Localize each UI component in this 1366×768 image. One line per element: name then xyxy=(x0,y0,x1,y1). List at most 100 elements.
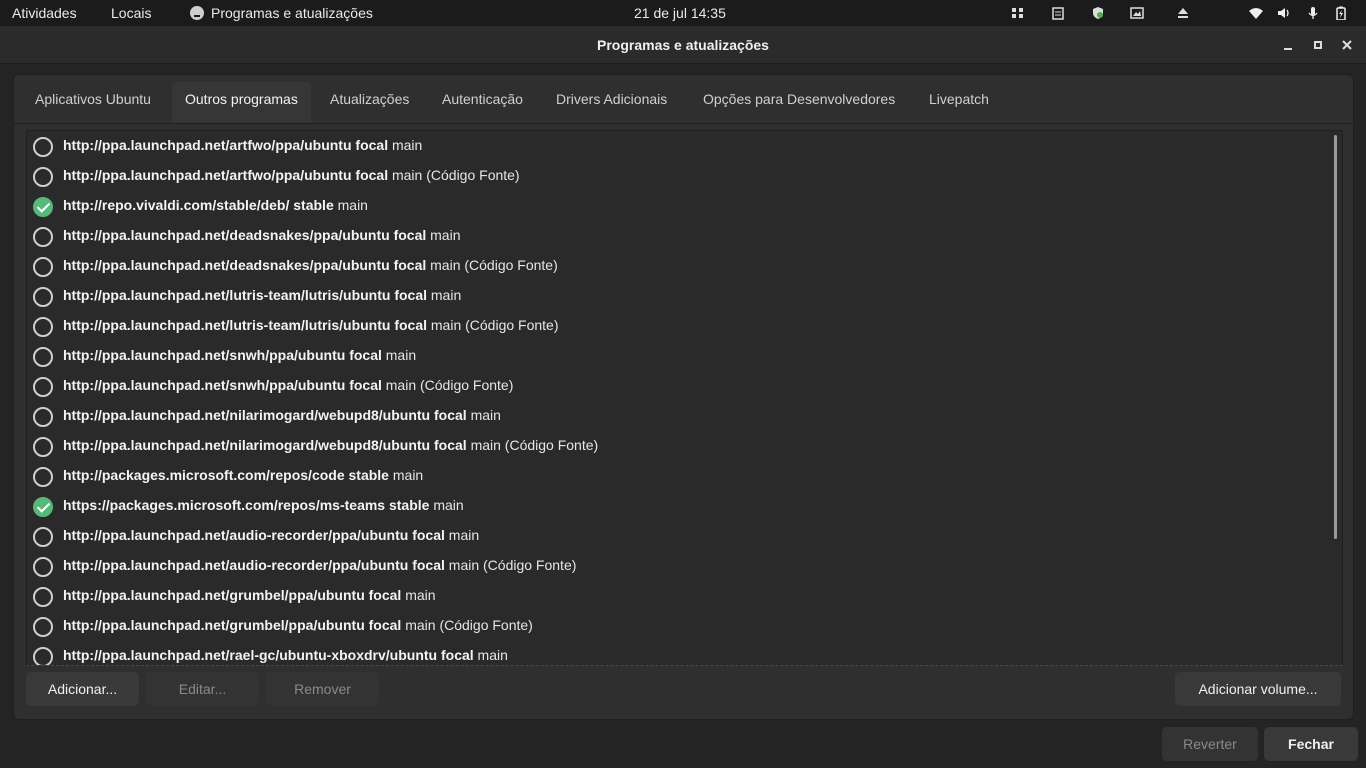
list-item[interactable]: http://repo.vivaldi.com/stable/deb/ stab… xyxy=(27,191,1327,221)
source-components: main xyxy=(448,527,480,543)
source-url: http://ppa.launchpad.net/deadsnakes/ppa/… xyxy=(63,227,427,243)
tab-opcoes-desenvolvedores[interactable]: Opções para Desenvolvedores xyxy=(690,82,908,116)
list-item[interactable]: http://ppa.launchpad.net/rael-gc/ubuntu-… xyxy=(27,641,1327,665)
source-url: http://ppa.launchpad.net/audio-recorder/… xyxy=(63,557,445,573)
source-url: http://ppa.launchpad.net/snwh/ppa/ubuntu… xyxy=(63,347,382,363)
activities-button[interactable]: Atividades xyxy=(12,5,77,21)
revert-button[interactable]: Reverter xyxy=(1162,727,1258,761)
checked-radio-icon[interactable] xyxy=(33,197,53,217)
radio-icon[interactable] xyxy=(33,617,53,637)
grid-icon[interactable] xyxy=(1011,6,1025,20)
wifi-icon[interactable] xyxy=(1249,6,1263,20)
clock[interactable]: 21 de jul 14:35 xyxy=(634,5,726,21)
list-item[interactable]: http://ppa.launchpad.net/artfwo/ppa/ubun… xyxy=(27,131,1327,161)
list-item[interactable]: http://packages.microsoft.com/repos/code… xyxy=(27,461,1327,491)
radio-icon[interactable] xyxy=(33,287,53,307)
source-components: main xyxy=(385,347,417,363)
add-volume-button[interactable]: Adicionar volume... xyxy=(1175,672,1341,706)
microphone-icon[interactable] xyxy=(1306,6,1320,20)
tab-aplicativos-ubuntu[interactable]: Aplicativos Ubuntu xyxy=(22,82,164,116)
remove-button[interactable]: Remover xyxy=(266,672,379,706)
tab-autenticacao[interactable]: Autenticação xyxy=(429,82,536,116)
window-titlebar[interactable]: Programas e atualizações xyxy=(0,26,1366,64)
list-item[interactable]: https://packages.microsoft.com/repos/ms-… xyxy=(27,491,1327,521)
source-url: http://ppa.launchpad.net/nilarimogard/we… xyxy=(63,407,467,423)
list-item[interactable]: http://ppa.launchpad.net/audio-recorder/… xyxy=(27,521,1327,551)
list-item[interactable]: http://ppa.launchpad.net/deadsnakes/ppa/… xyxy=(27,251,1327,281)
radio-icon[interactable] xyxy=(33,587,53,607)
app-menu-label: Programas e atualizações xyxy=(211,5,373,21)
source-components: main xyxy=(391,137,423,153)
source-components: main xyxy=(470,407,501,423)
top-bar: Atividades Locais Programas e atualizaçõ… xyxy=(0,0,1366,26)
source-components: main (Código Fonte) xyxy=(430,317,559,333)
radio-icon[interactable] xyxy=(33,377,53,397)
source-label: http://ppa.launchpad.net/artfwo/ppa/ubun… xyxy=(63,137,422,153)
maximize-icon xyxy=(1314,41,1322,49)
source-label: http://packages.microsoft.com/repos/code… xyxy=(63,467,423,483)
tab-drivers-adicionais[interactable]: Drivers Adicionais xyxy=(543,82,680,116)
clipboard-icon[interactable] xyxy=(1051,6,1065,20)
radio-icon[interactable] xyxy=(33,527,53,547)
source-label: http://repo.vivaldi.com/stable/deb/ stab… xyxy=(63,197,368,213)
tab-livepatch[interactable]: Livepatch xyxy=(916,82,1002,116)
scrollbar[interactable] xyxy=(1334,135,1337,539)
close-button[interactable] xyxy=(1336,34,1358,56)
source-components: main (Código Fonte) xyxy=(405,617,533,633)
radio-icon[interactable] xyxy=(33,437,53,457)
radio-icon[interactable] xyxy=(33,137,53,157)
source-components: main (Código Fonte) xyxy=(430,257,558,273)
radio-icon[interactable] xyxy=(33,317,53,337)
source-components: main xyxy=(430,287,462,303)
list-item[interactable]: http://ppa.launchpad.net/lutris-team/lut… xyxy=(27,281,1327,311)
checked-radio-icon[interactable] xyxy=(33,497,53,517)
list-item[interactable]: http://ppa.launchpad.net/grumbel/ppa/ubu… xyxy=(27,581,1327,611)
radio-icon[interactable] xyxy=(33,257,53,277)
edit-button[interactable]: Editar... xyxy=(146,672,259,706)
tab-outros-programas[interactable]: Outros programas xyxy=(172,82,311,123)
shield-icon[interactable] xyxy=(1091,6,1105,20)
radio-icon[interactable] xyxy=(33,347,53,367)
image-icon[interactable] xyxy=(1130,6,1144,20)
source-url: http://ppa.launchpad.net/artfwo/ppa/ubun… xyxy=(63,167,389,183)
list-item[interactable]: http://ppa.launchpad.net/lutris-team/lut… xyxy=(27,311,1327,341)
source-label: http://ppa.launchpad.net/snwh/ppa/ubuntu… xyxy=(63,377,513,393)
list-item[interactable]: http://ppa.launchpad.net/snwh/ppa/ubuntu… xyxy=(27,371,1327,401)
list-item[interactable]: http://ppa.launchpad.net/artfwo/ppa/ubun… xyxy=(27,161,1327,191)
app-menu[interactable]: Programas e atualizações xyxy=(190,5,373,21)
battery-icon[interactable] xyxy=(1334,6,1348,20)
maximize-button[interactable] xyxy=(1307,34,1329,56)
source-label: http://ppa.launchpad.net/rael-gc/ubuntu-… xyxy=(63,647,508,663)
radio-icon[interactable] xyxy=(33,647,53,665)
sources-list[interactable]: http://ppa.launchpad.net/rael-gc/ubuntu-… xyxy=(26,130,1343,666)
source-url: http://ppa.launchpad.net/grumbel/ppa/ubu… xyxy=(63,587,402,603)
eject-icon[interactable] xyxy=(1176,6,1190,20)
close-icon xyxy=(1342,40,1352,50)
list-item[interactable]: http://ppa.launchpad.net/grumbel/ppa/ubu… xyxy=(27,611,1327,641)
source-label: http://ppa.launchpad.net/lutris-team/lut… xyxy=(63,287,461,303)
minimize-icon xyxy=(1284,48,1292,50)
source-components: main (Código Fonte) xyxy=(470,437,599,453)
radio-icon[interactable] xyxy=(33,227,53,247)
source-label: http://ppa.launchpad.net/artfwo/ppa/ubun… xyxy=(63,167,520,183)
radio-icon[interactable] xyxy=(33,467,53,487)
list-item[interactable]: http://ppa.launchpad.net/snwh/ppa/ubuntu… xyxy=(27,341,1327,371)
source-label: http://ppa.launchpad.net/nilarimogard/we… xyxy=(63,407,501,423)
list-item[interactable]: http://ppa.launchpad.net/audio-recorder/… xyxy=(27,551,1327,581)
add-button[interactable]: Adicionar... xyxy=(26,672,139,706)
radio-icon[interactable] xyxy=(33,557,53,577)
tab-atualizacoes[interactable]: Atualizações xyxy=(317,82,422,116)
minimize-button[interactable] xyxy=(1277,34,1299,56)
volume-icon[interactable] xyxy=(1277,6,1291,20)
radio-icon[interactable] xyxy=(33,167,53,187)
places-menu[interactable]: Locais xyxy=(111,5,151,21)
close-dialog-button[interactable]: Fechar xyxy=(1264,727,1358,761)
list-item[interactable]: http://ppa.launchpad.net/deadsnakes/ppa/… xyxy=(27,221,1327,251)
source-url: http://packages.microsoft.com/repos/code… xyxy=(63,467,389,483)
window-title: Programas e atualizações xyxy=(597,37,769,53)
radio-icon[interactable] xyxy=(33,407,53,427)
list-item[interactable]: http://ppa.launchpad.net/nilarimogard/we… xyxy=(27,401,1327,431)
list-item[interactable]: http://ppa.launchpad.net/nilarimogard/we… xyxy=(27,431,1327,461)
source-label: http://ppa.launchpad.net/snwh/ppa/ubuntu… xyxy=(63,347,416,363)
source-components: main (Código Fonte) xyxy=(391,167,520,183)
